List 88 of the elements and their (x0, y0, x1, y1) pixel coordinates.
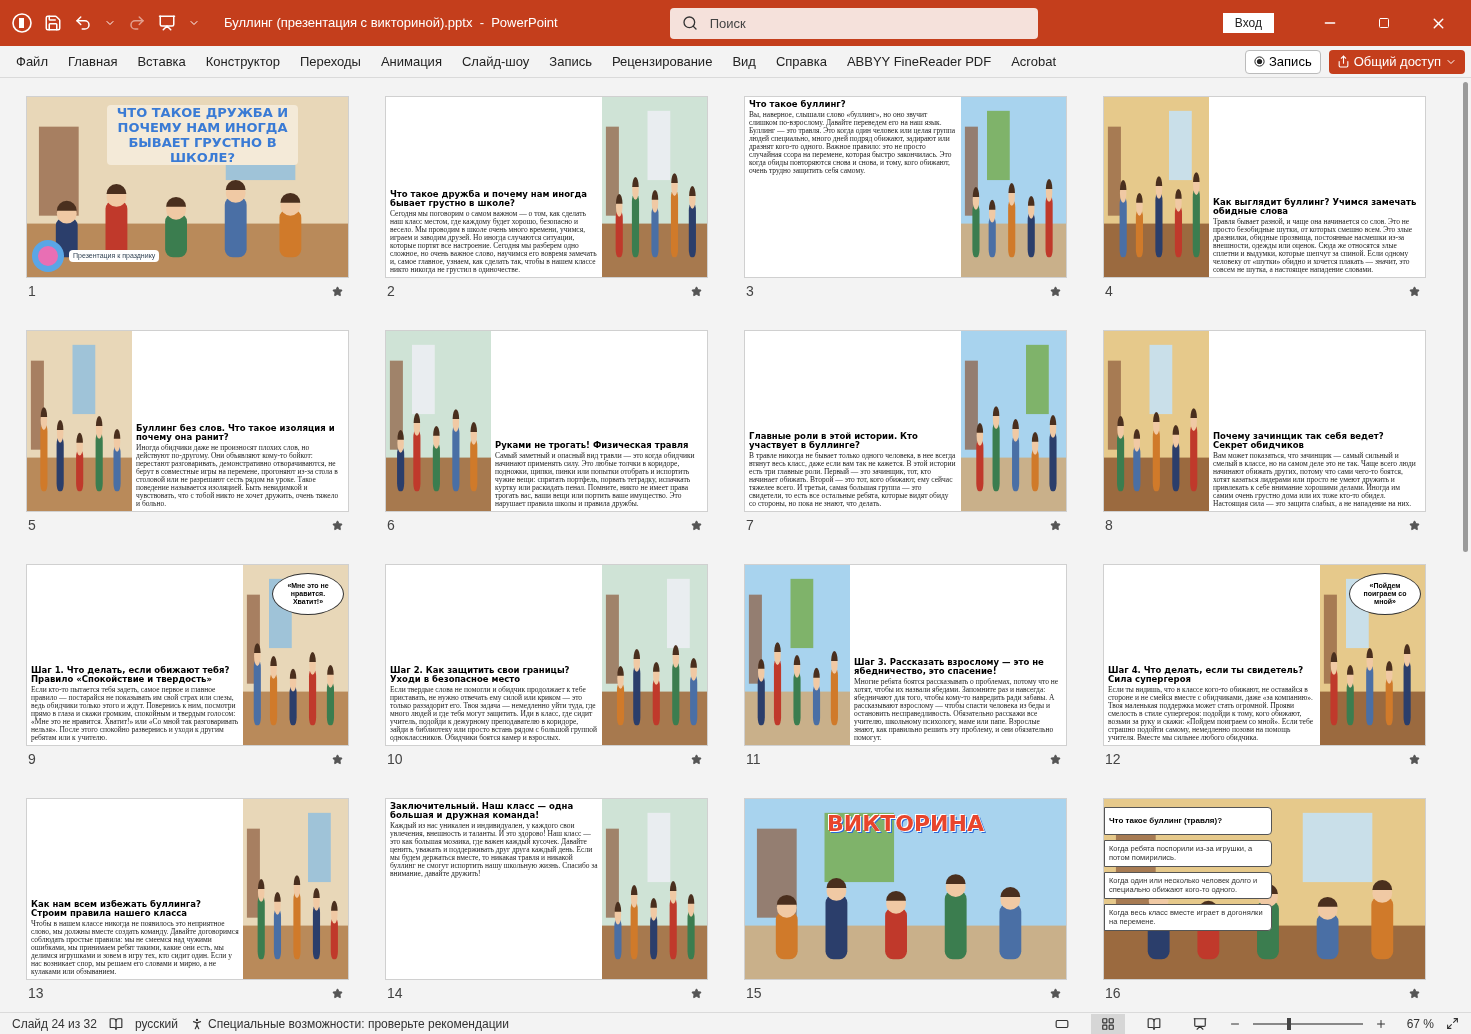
slide-counter: Слайд 24 из 32 (12, 1015, 97, 1033)
slide-title: Шаг 1. Что делать, если обижают тебя? Правило «Спокойствие и твердость» (31, 666, 231, 684)
view-icon (1100, 1016, 1115, 1031)
share-icon (1336, 55, 1350, 68)
ribbon-tab[interactable]: Конструктор (195, 51, 290, 72)
save-icon[interactable] (44, 14, 62, 32)
star-icon (691, 987, 702, 999)
quiz-question: Что такое буллинг (травля)? (1104, 807, 1272, 835)
search-field[interactable]: Поиск (669, 7, 1038, 39)
star-icon (1050, 987, 1061, 999)
view-button[interactable] (1090, 1013, 1125, 1034)
slide-number: 6 (387, 515, 395, 535)
slide-number: 7 (746, 515, 754, 535)
star-icon (691, 285, 702, 297)
share-button[interactable]: Общий доступ (1328, 49, 1465, 74)
zoom-slider[interactable] (1252, 1017, 1363, 1030)
ribbon-tab[interactable]: Вставка (127, 51, 196, 72)
zoom-level[interactable]: 67 % (1406, 1014, 1434, 1033)
star-icon (1409, 987, 1420, 999)
language-label[interactable]: русский (134, 1014, 178, 1033)
slide-number: 12 (1105, 749, 1121, 769)
ribbon-tab[interactable]: Рецензирование (602, 51, 723, 72)
star-icon (1050, 285, 1061, 297)
window-title: Буллинг (презентация с викториной).pptx - PowerPoint (224, 14, 558, 33)
undo-icon[interactable] (74, 14, 92, 32)
star-icon (332, 285, 343, 297)
slide-title: Как нам всем избежать буллинга? Строим правила нашего класса (31, 900, 202, 918)
slide-title: Как выглядит буллинг? Учимся замечать обидные слова (1213, 198, 1418, 216)
slide-title: Шаг 4. Что делать, если ты свидетель? Сила супергероя (1108, 666, 1305, 684)
zoom-thumb[interactable] (1286, 1017, 1291, 1030)
slide-number: 4 (1105, 281, 1113, 301)
star-icon (1050, 519, 1061, 531)
star-icon (691, 519, 702, 531)
ribbon-tab[interactable]: Слайд-шоу (451, 51, 540, 72)
star-icon (332, 519, 343, 531)
star-icon (1409, 285, 1420, 297)
ribbon-tab[interactable]: Файл (6, 51, 58, 72)
ribbon-tab[interactable]: Справка (765, 51, 837, 72)
record-button[interactable]: Запись (1245, 49, 1321, 74)
ribbon-tab[interactable]: Запись (539, 51, 602, 72)
star-icon (1050, 753, 1061, 765)
accessibility-icon[interactable] (190, 1016, 204, 1031)
slide-title: Шаг 2. Как защитить свои границы? Уходи в безопасное место (390, 666, 571, 684)
star-icon (332, 987, 343, 999)
ribbon-tab[interactable]: Вид (722, 51, 766, 72)
slide-number: 3 (746, 281, 754, 301)
slide-title: Главные роли в этой истории. Кто участвует в буллинге? (749, 432, 919, 450)
slide-number: 9 (28, 749, 36, 769)
slide-number: 13 (28, 983, 44, 1003)
view-icon (1146, 1016, 1161, 1031)
slide-title: Руками не трогать! Физическая травля (495, 441, 690, 450)
star-icon (332, 753, 343, 765)
slide-number: 2 (387, 281, 395, 301)
slide-number: 1 (28, 281, 36, 301)
slide-title: ЧТО ТАКОЕ ДРУЖБА И ПОЧЕМУ НАМ ИНОГДА БЫВАЕТ ГРУСТНО В ШКОЛЕ? (107, 105, 298, 165)
search-icon (681, 14, 698, 31)
maximize-icon[interactable] (1378, 17, 1390, 29)
slide-title: Почему зачинщик так себя ведет? Секрет обидчиков (1213, 432, 1385, 450)
slide-number: 15 (746, 983, 762, 1003)
star-icon (1409, 753, 1420, 765)
ribbon-tab[interactable]: Переходы (289, 51, 371, 72)
slide-number: 10 (387, 749, 403, 769)
ribbon-tab[interactable]: Анимация (370, 51, 452, 72)
logo-icon (31, 239, 65, 273)
accessibility-status[interactable]: Специальные возможности: проверьте рекомендации (208, 1014, 509, 1033)
sign-in-button[interactable]: Вход (1222, 13, 1274, 33)
slide-title: Что такое дружба и почему нам иногда бывает грустно в школе? (390, 190, 589, 208)
slide-number: 11 (746, 749, 761, 769)
slide-title: Заключительный. Наш класс — одна большая и дружная команда! (390, 802, 575, 820)
slide-number: 8 (1105, 515, 1113, 535)
slide-number: 14 (387, 983, 403, 1003)
zoom-in-icon[interactable] (1374, 1017, 1387, 1030)
record-icon (1254, 56, 1265, 67)
ribbon-tab[interactable]: ABBYY FineReader PDF (836, 51, 1002, 72)
spelling-icon[interactable] (108, 1016, 123, 1031)
presentation-icon[interactable] (158, 14, 176, 32)
slide-title: Что такое буллинг? (749, 100, 847, 109)
powerpoint-icon (12, 13, 32, 33)
ribbon-tab[interactable]: Acrobat (1001, 51, 1066, 72)
fit-to-window-icon[interactable] (1446, 1017, 1459, 1030)
star-icon (1409, 519, 1420, 531)
slide-number: 5 (28, 515, 36, 535)
slide-number: 16 (1105, 983, 1121, 1003)
view-icon (1192, 1016, 1207, 1031)
ribbon-tab[interactable]: Главная (57, 51, 128, 72)
star-icon (691, 753, 702, 765)
slide-title: Буллинг без слов. Что такое изоляция и почему она ранит? (136, 424, 336, 442)
slide-title: Шаг 3. Рассказать взрослому — это не ябедничество, это спасение! (854, 658, 1045, 676)
